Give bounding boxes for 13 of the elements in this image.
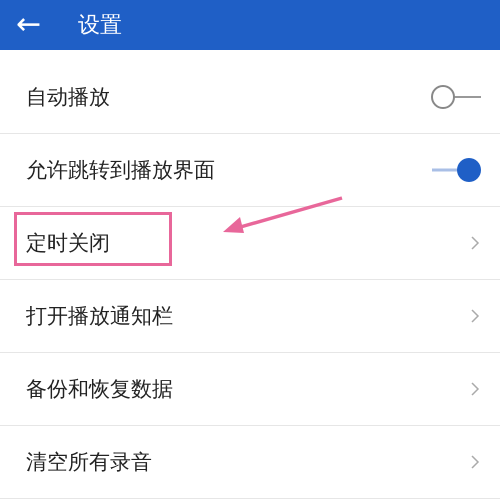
setting-label: 清空所有录音 [26, 449, 152, 476]
setting-label: 允许跳转到播放界面 [26, 157, 215, 184]
settings-row[interactable]: 清空所有录音 [0, 426, 500, 499]
settings-row[interactable]: 打开播放通知栏 [0, 280, 500, 353]
setting-label: 自动播放 [26, 84, 110, 111]
setting-label: 定时关闭 [26, 230, 110, 257]
back-button[interactable]: ← [16, 10, 52, 40]
setting-label: 备份和恢复数据 [26, 376, 173, 403]
settings-row[interactable]: 备份和恢复数据 [0, 353, 500, 426]
setting-label: 打开播放通知栏 [26, 303, 173, 330]
settings-row[interactable]: 允许跳转到播放界面 [0, 134, 500, 207]
screen-title: 设置 [78, 12, 122, 40]
settings-row[interactable]: 自动播放 [0, 61, 500, 134]
